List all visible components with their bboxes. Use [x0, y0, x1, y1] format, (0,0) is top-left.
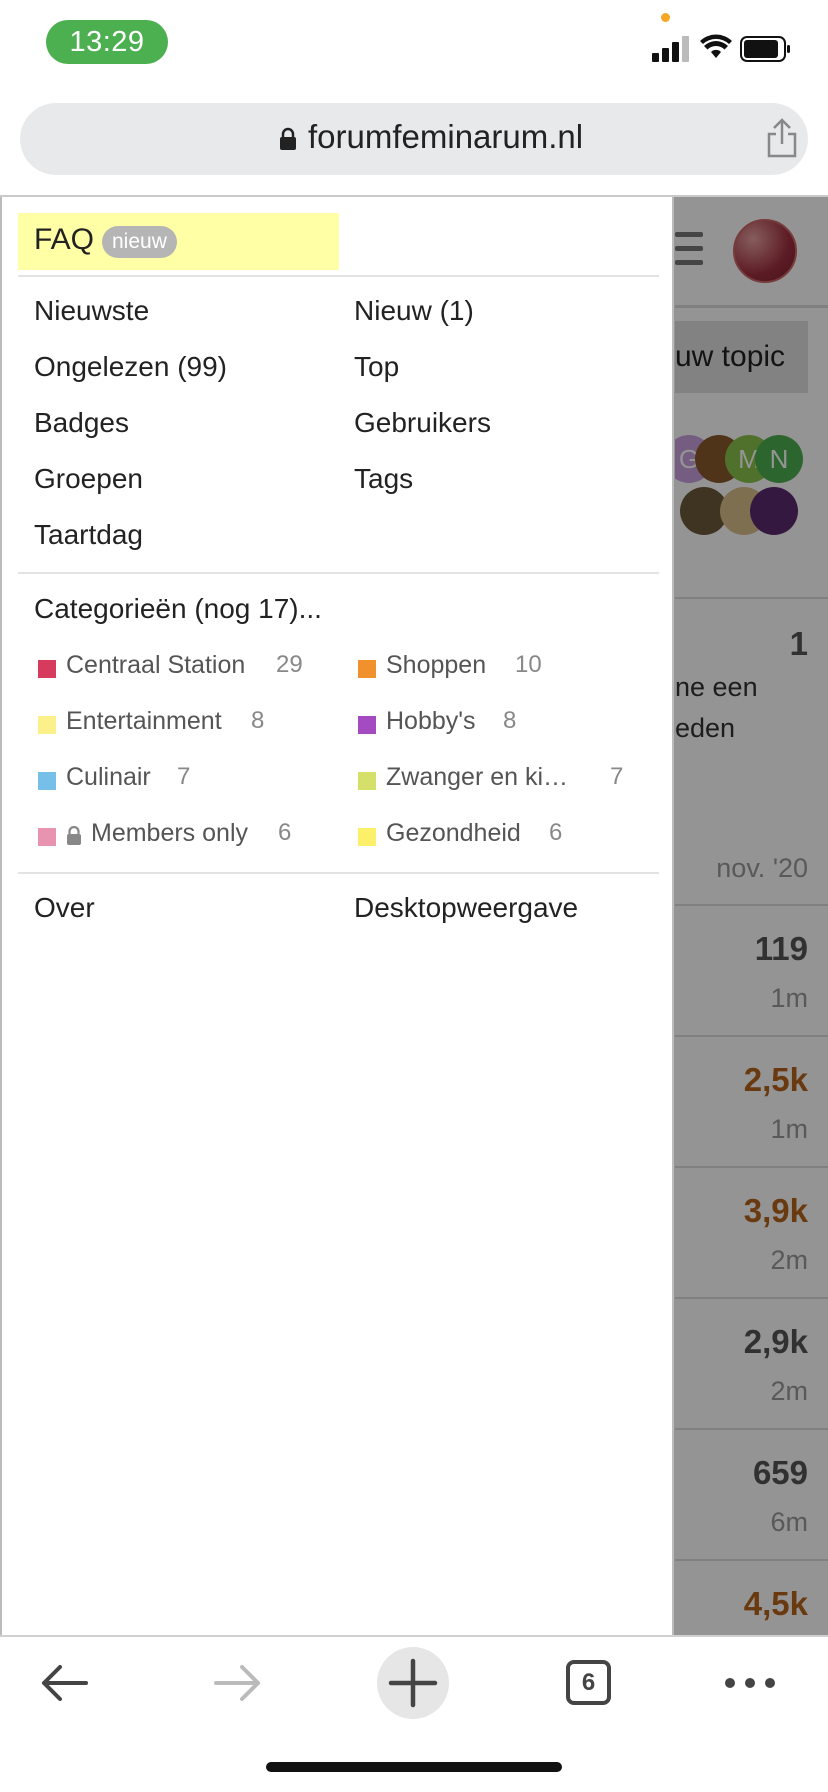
category-color-swatch [358, 660, 376, 678]
category-count: 8 [251, 707, 265, 734]
lock-icon [67, 826, 81, 845]
link-tags[interactable]: Tags [354, 463, 413, 495]
menu-divider [18, 572, 659, 574]
link-unread[interactable]: Ongelezen (99) [34, 351, 227, 383]
faq-label: FAQ [34, 223, 95, 256]
share-icon[interactable] [765, 117, 799, 159]
category-name: Shoppen [386, 651, 487, 679]
hamburger-menu-panel: FAQ nieuw Nieuwste Nieuw (1) Ongelezen (… [0, 197, 674, 1635]
lock-icon [280, 127, 296, 150]
menu-divider [18, 872, 659, 874]
new-badge: nieuw [102, 226, 177, 258]
link-badges[interactable]: Badges [34, 407, 129, 439]
tabs-icon[interactable]: 6 [566, 1660, 611, 1705]
category-count: 10 [515, 651, 542, 678]
address-bar[interactable]: forumfeminarum.nl [20, 103, 808, 175]
new-tab-button[interactable] [377, 1647, 449, 1719]
category-count: 29 [276, 651, 303, 678]
category-item[interactable]: Shoppen 10 [358, 651, 648, 683]
categories-link[interactable]: Categorieën (nog 17)... [34, 593, 322, 625]
link-top[interactable]: Top [354, 351, 399, 383]
cellular-signal-icon [652, 36, 690, 62]
category-color-swatch [38, 772, 56, 790]
category-count: 7 [177, 763, 191, 790]
category-item[interactable]: Culinair 7 [38, 763, 328, 795]
link-new[interactable]: Nieuw (1) [354, 295, 474, 327]
category-item[interactable]: Hobby's 8 [358, 707, 648, 739]
category-color-swatch [38, 716, 56, 734]
home-indicator[interactable] [266, 1762, 562, 1772]
category-count: 6 [549, 819, 563, 846]
wifi-icon [700, 34, 732, 58]
status-bar: 13:29 [0, 0, 828, 96]
link-birthdays[interactable]: Taartdag [34, 519, 143, 551]
link-users[interactable]: Gebruikers [354, 407, 491, 439]
category-name: Entertainment [66, 707, 222, 735]
status-time[interactable]: 13:29 [46, 20, 168, 64]
category-count: 7 [610, 763, 624, 790]
link-groups[interactable]: Groepen [34, 463, 143, 495]
plus-icon [388, 1658, 438, 1708]
category-name: Centraal Station [66, 651, 246, 679]
category-name: Culinair [66, 763, 151, 791]
category-color-swatch [358, 828, 376, 846]
category-name: Zwanger en ki… [386, 763, 569, 791]
category-count: 6 [278, 819, 292, 846]
link-latest[interactable]: Nieuwste [34, 295, 149, 327]
category-item[interactable]: Gezondheid 6 [358, 819, 648, 851]
category-item[interactable]: Members only 6 [38, 819, 328, 851]
menu-divider [18, 275, 659, 277]
forward-arrow-icon[interactable] [212, 1657, 264, 1709]
privacy-indicator-dot [661, 13, 670, 22]
url-domain[interactable]: forumfeminarum.nl [308, 118, 583, 156]
back-arrow-icon[interactable] [38, 1657, 90, 1709]
faq-link[interactable]: FAQ nieuw [18, 213, 339, 270]
category-name: Hobby's [386, 707, 476, 735]
link-about[interactable]: Over [34, 892, 95, 924]
link-desktop-view[interactable]: Desktopweergave [354, 892, 578, 924]
category-item[interactable]: Entertainment 8 [38, 707, 328, 739]
category-color-swatch [38, 660, 56, 678]
category-item[interactable]: Centraal Station 29 [38, 651, 328, 683]
battery-icon [740, 36, 790, 62]
category-color-swatch [358, 716, 376, 734]
more-icon[interactable] [722, 1657, 778, 1709]
dim-overlay[interactable] [674, 197, 828, 1635]
category-item[interactable]: Zwanger en ki… 7 [358, 763, 648, 795]
category-color-swatch [38, 828, 56, 846]
category-name: Gezondheid [386, 819, 521, 847]
category-count: 8 [503, 707, 517, 734]
category-color-swatch [358, 772, 376, 790]
category-name: Members only [91, 819, 248, 847]
